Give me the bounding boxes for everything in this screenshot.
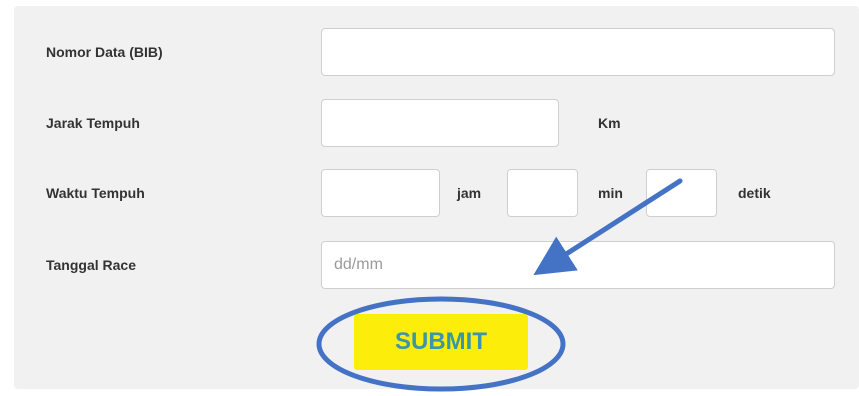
bib-input[interactable] — [321, 28, 835, 76]
seconds-input[interactable] — [646, 169, 717, 217]
distance-unit: Km — [598, 115, 621, 131]
seconds-unit: detik — [738, 185, 771, 201]
distance-label: Jarak Tempuh — [46, 115, 140, 131]
submit-button[interactable]: SUBMIT — [354, 314, 528, 370]
hours-unit: jam — [457, 185, 482, 201]
distance-input[interactable] — [321, 99, 559, 147]
minutes-unit: min — [598, 185, 623, 201]
bib-label: Nomor Data (BIB) — [46, 44, 163, 60]
hours-input[interactable] — [321, 169, 440, 217]
race-date-input[interactable] — [321, 241, 835, 289]
minutes-input[interactable] — [507, 169, 578, 217]
time-label: Waktu Tempuh — [46, 185, 145, 201]
race-date-label: Tanggal Race — [46, 257, 136, 273]
